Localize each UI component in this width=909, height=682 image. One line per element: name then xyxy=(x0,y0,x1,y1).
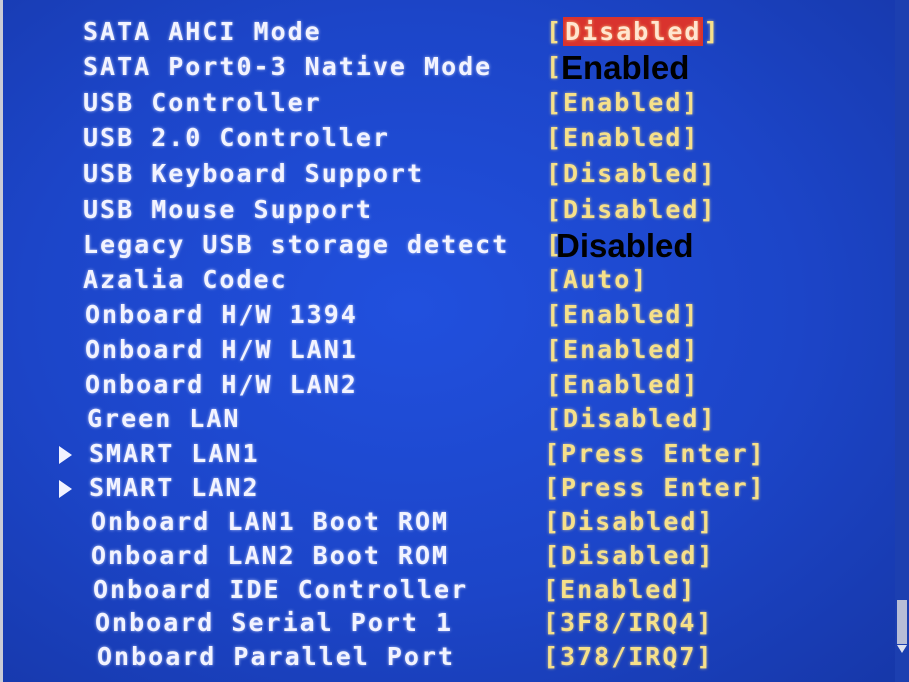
selected-value-highlight[interactable]: Disabled xyxy=(563,17,704,46)
scroll-down-icon[interactable] xyxy=(897,645,907,653)
setting-row[interactable]: SATA Port0-3 Native Mode[Enabled xyxy=(3,49,883,86)
setting-label: SMART LAN2 xyxy=(89,473,260,502)
setting-label: Onboard IDE Controller xyxy=(93,575,469,604)
setting-label: USB Controller xyxy=(83,88,322,117)
setting-row[interactable]: Green LAN [Disabled] xyxy=(3,402,883,436)
submenu-arrow-icon xyxy=(59,480,72,498)
setting-value[interactable]: [Auto] xyxy=(546,263,648,297)
setting-label: Legacy USB storage detect xyxy=(83,230,510,259)
setting-label: Onboard H/W LAN1 xyxy=(85,335,358,364)
setting-value[interactable]: [3F8/IRQ4] xyxy=(543,606,714,640)
setting-label: Onboard H/W 1394 xyxy=(85,300,358,329)
setting-label: USB 2.0 Controller xyxy=(83,123,390,152)
setting-row[interactable]: USB 2.0 Controller [Enabled] xyxy=(3,121,883,155)
setting-row[interactable]: SMART LAN2 [Press Enter] xyxy=(3,471,883,505)
setting-value[interactable]: [Disabled] xyxy=(546,15,721,49)
setting-row[interactable]: Onboard Parallel Port [378/IRQ7] xyxy=(3,640,883,674)
setting-value[interactable]: [Disabled] xyxy=(544,505,715,539)
setting-label: SATA AHCI Mode xyxy=(83,17,322,46)
setting-row[interactable]: Onboard LAN1 Boot ROM [Disabled] xyxy=(3,505,883,539)
setting-value[interactable]: [Press Enter] xyxy=(544,437,766,471)
scrollbar[interactable] xyxy=(895,0,909,682)
setting-row[interactable]: SATA AHCI Mode [Disabled] xyxy=(3,15,883,49)
scroll-thumb[interactable] xyxy=(897,600,907,644)
setting-label: Onboard LAN2 Boot ROM xyxy=(91,541,450,570)
setting-row[interactable]: Legacy USB storage detect[Disabled xyxy=(3,227,883,264)
setting-label: USB Mouse Support xyxy=(83,195,373,224)
setting-value[interactable]: [Enabled] xyxy=(546,333,699,367)
setting-label: Onboard H/W LAN2 xyxy=(85,370,358,399)
setting-value[interactable]: [Press Enter] xyxy=(544,471,766,505)
setting-value[interactable]: [Enabled] xyxy=(546,121,699,155)
setting-row[interactable]: Onboard H/W 1394 [Enabled] xyxy=(3,298,883,332)
setting-row[interactable]: USB Mouse Support [Disabled] xyxy=(3,193,883,227)
value-overlay-text: Disabled xyxy=(556,227,694,264)
setting-value[interactable]: [Disabled] xyxy=(546,402,717,436)
setting-value[interactable]: [Enabled] xyxy=(546,86,699,120)
setting-label: SMART LAN1 xyxy=(89,439,260,468)
setting-value[interactable]: [Disabled] xyxy=(546,193,717,227)
setting-row[interactable]: Onboard IDE Controller [Enabled] xyxy=(3,573,883,607)
setting-row[interactable]: USB Keyboard Support [Disabled] xyxy=(3,157,883,191)
setting-label: USB Keyboard Support xyxy=(83,159,425,188)
setting-row[interactable]: Onboard Serial Port 1 [3F8/IRQ4] xyxy=(3,606,883,640)
setting-row[interactable]: SMART LAN1 [Press Enter] xyxy=(3,437,883,471)
setting-label: Onboard Serial Port 1 xyxy=(95,608,454,637)
value-overlay-text: Enabled xyxy=(561,49,690,86)
setting-row[interactable]: Azalia Codec [Auto] xyxy=(3,263,883,297)
bios-screen: SATA AHCI Mode [Disabled] SATA Port0-3 Nat… xyxy=(0,0,909,682)
setting-value[interactable]: [Enabled] xyxy=(546,298,699,332)
setting-row[interactable]: Onboard H/W LAN2 [Enabled] xyxy=(3,368,883,402)
setting-label: SATA Port0-3 Native Mode xyxy=(83,52,493,81)
setting-label: Onboard Parallel Port xyxy=(97,642,456,671)
submenu-arrow-icon xyxy=(59,446,72,464)
setting-label: Azalia Codec xyxy=(83,265,288,294)
setting-row[interactable]: Onboard H/W LAN1 [Enabled] xyxy=(3,333,883,367)
setting-row[interactable]: Onboard LAN2 Boot ROM [Disabled] xyxy=(3,539,883,573)
setting-label: Green LAN xyxy=(87,404,241,433)
setting-row[interactable]: USB Controller [Enabled] xyxy=(3,86,883,120)
setting-value[interactable]: [Enabled] xyxy=(543,573,696,607)
setting-value[interactable]: [378/IRQ7] xyxy=(543,640,714,674)
setting-value[interactable]: [Enabled] xyxy=(546,368,699,402)
setting-value[interactable]: [Disabled] xyxy=(544,539,715,573)
setting-value[interactable]: [Disabled] xyxy=(546,157,717,191)
setting-label: Onboard LAN1 Boot ROM xyxy=(91,507,450,536)
